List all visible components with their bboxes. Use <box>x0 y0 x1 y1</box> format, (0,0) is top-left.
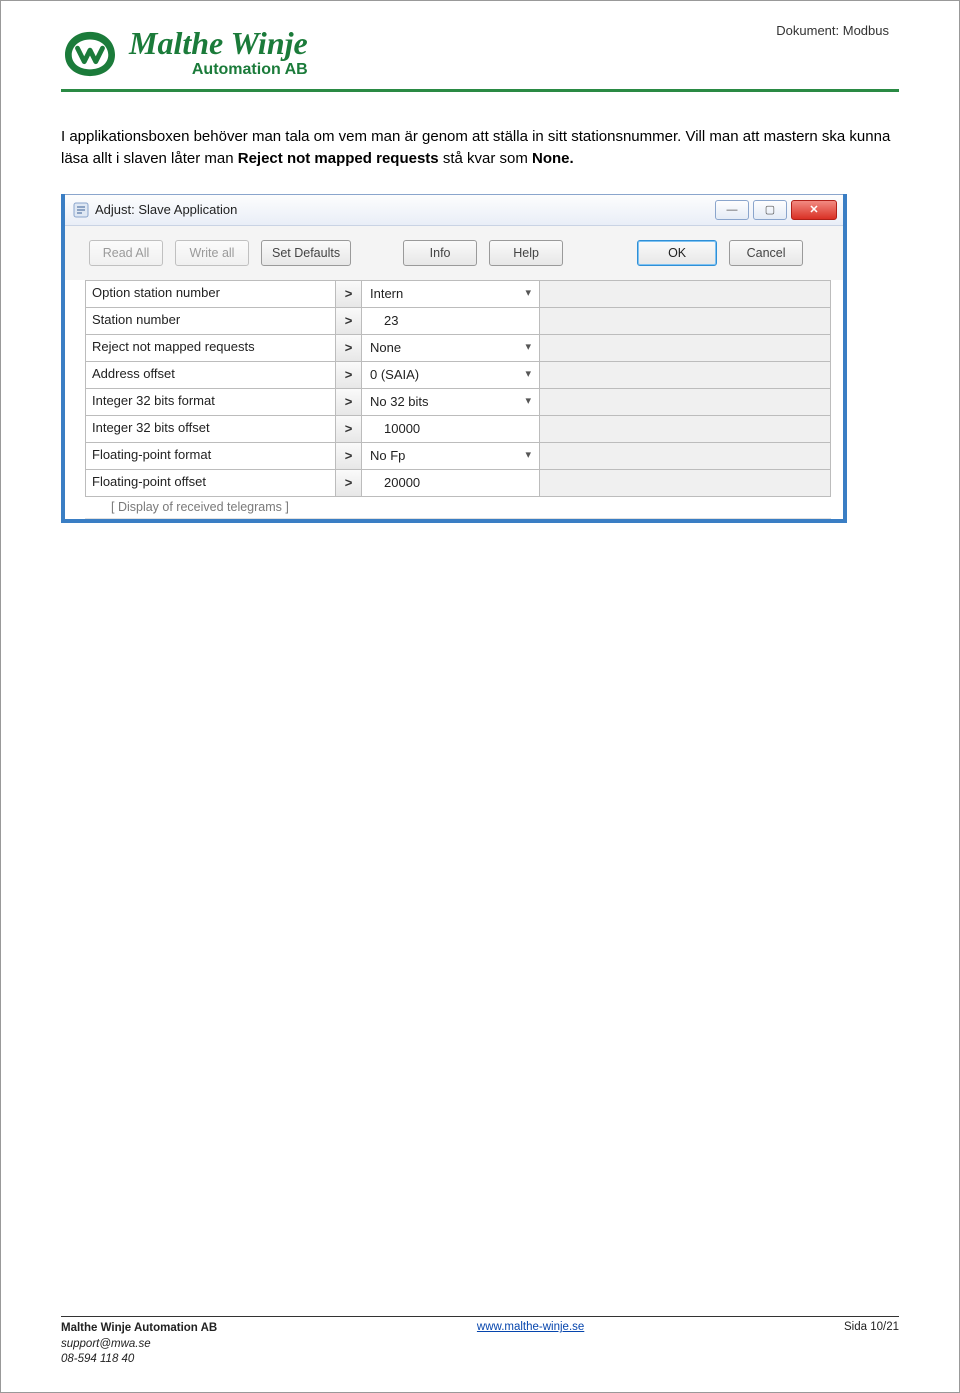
config-row: Option station number>Intern <box>86 281 831 308</box>
expand-button[interactable]: > <box>336 389 362 415</box>
config-row: Floating-point format>No Fp <box>86 443 831 470</box>
config-label: Station number <box>86 308 336 334</box>
logo-main-text: Malthe Winje <box>129 27 308 59</box>
config-label: Integer 32 bits format <box>86 389 336 415</box>
close-button[interactable]: ✕ <box>791 200 837 220</box>
config-label: Floating-point offset <box>86 470 336 496</box>
config-row: Station number>23 <box>86 308 831 335</box>
expand-button[interactable]: > <box>336 362 362 388</box>
config-row: Reject not mapped requests>None <box>86 335 831 362</box>
page-footer: Malthe Winje Automation AB support@mwa.s… <box>61 1316 899 1368</box>
config-input[interactable]: 23 <box>362 308 540 334</box>
cancel-button[interactable]: Cancel <box>729 240 803 266</box>
config-input[interactable]: 10000 <box>362 416 540 442</box>
config-dropdown[interactable]: None <box>362 335 540 361</box>
footer-phone: 08-594 118 40 <box>61 1352 217 1368</box>
config-grid: Option station number>InternStation numb… <box>85 280 831 497</box>
grid-filler <box>540 281 831 307</box>
grid-filler <box>540 389 831 415</box>
config-label: Integer 32 bits offset <box>86 416 336 442</box>
grid-filler <box>540 362 831 388</box>
ok-button[interactable]: OK <box>637 240 717 266</box>
config-dropdown[interactable]: No 32 bits <box>362 389 540 415</box>
maximize-button[interactable]: ▢ <box>753 200 787 220</box>
set-defaults-button[interactable]: Set Defaults <box>261 240 351 266</box>
config-dropdown[interactable]: No Fp <box>362 443 540 469</box>
footer-company: Malthe Winje Automation AB <box>61 1322 217 1334</box>
expand-button[interactable]: > <box>336 281 362 307</box>
body-bold-1: Reject not mapped requests <box>238 150 439 167</box>
logo-sub-text: Automation AB <box>129 61 308 79</box>
footer-url[interactable]: www.malthe-winje.se <box>477 1321 584 1333</box>
expand-button[interactable]: > <box>336 416 362 442</box>
config-label: Address offset <box>86 362 336 388</box>
header-divider <box>61 89 899 92</box>
body-bold-2: None. <box>532 150 574 167</box>
logo-icon <box>61 28 119 78</box>
doc-label: Dokument: Modbus <box>776 23 889 38</box>
config-label: Floating-point format <box>86 443 336 469</box>
config-row: Address offset>0 (SAIA) <box>86 362 831 389</box>
info-button[interactable]: Info <box>403 240 477 266</box>
read-all-button[interactable]: Read All <box>89 240 163 266</box>
grid-filler <box>540 416 831 442</box>
grid-filler <box>540 335 831 361</box>
config-input[interactable]: 20000 <box>362 470 540 496</box>
grid-filler <box>540 470 831 496</box>
dialog-toolbar: Read All Write all Set Defaults Info Hel… <box>65 226 843 280</box>
minimize-button[interactable]: — <box>715 200 749 220</box>
app-icon <box>73 202 89 218</box>
dialog-title: Adjust: Slave Application <box>95 202 237 217</box>
config-dropdown[interactable]: 0 (SAIA) <box>362 362 540 388</box>
config-label: Option station number <box>86 281 336 307</box>
logo: Malthe Winje Automation AB <box>61 27 899 79</box>
config-row: Integer 32 bits format>No 32 bits <box>86 389 831 416</box>
dialog-titlebar[interactable]: Adjust: Slave Application — ▢ ✕ <box>65 194 843 226</box>
body-paragraph: I applikationsboxen behöver man tala om … <box>61 126 899 170</box>
footer-email: support@mwa.se <box>61 1337 217 1353</box>
write-all-button[interactable]: Write all <box>175 240 249 266</box>
config-row: Floating-point offset>20000 <box>86 470 831 497</box>
body-text-2: stå kvar som <box>443 150 532 167</box>
footer-page: Sida 10/21 <box>844 1321 899 1368</box>
expand-button[interactable]: > <box>336 308 362 334</box>
grid-filler <box>540 308 831 334</box>
cutoff-row: [ Display of received telegrams ] <box>85 497 831 519</box>
dialog-window: Adjust: Slave Application — ▢ ✕ Read All… <box>61 194 847 523</box>
expand-button[interactable]: > <box>336 335 362 361</box>
expand-button[interactable]: > <box>336 470 362 496</box>
config-row: Integer 32 bits offset>10000 <box>86 416 831 443</box>
config-label: Reject not mapped requests <box>86 335 336 361</box>
footer-divider <box>61 1316 899 1317</box>
grid-filler <box>540 443 831 469</box>
expand-button[interactable]: > <box>336 443 362 469</box>
config-dropdown[interactable]: Intern <box>362 281 540 307</box>
help-button[interactable]: Help <box>489 240 563 266</box>
